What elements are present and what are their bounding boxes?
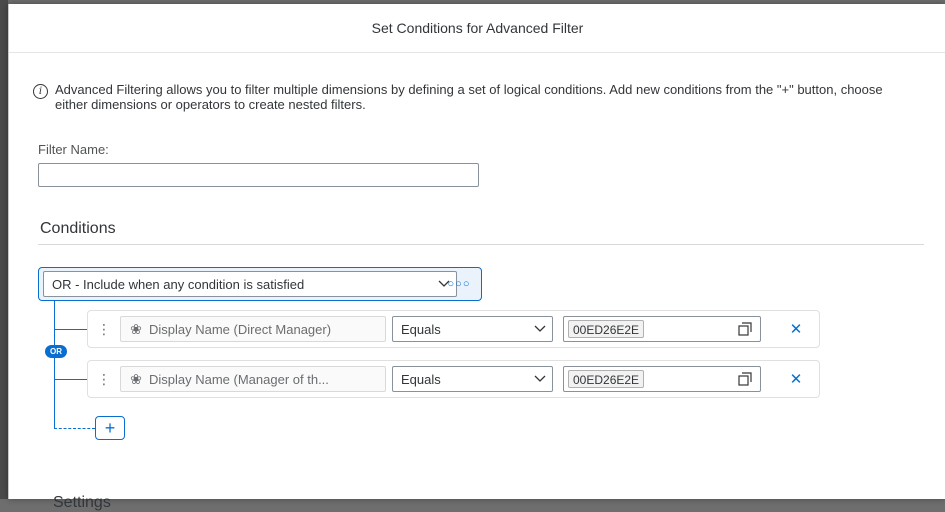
filter-name-input[interactable] (38, 163, 479, 187)
tree-branch (54, 329, 87, 330)
info-message: i Advanced Filtering allows you to filte… (33, 82, 913, 112)
dialog-title: Set Conditions for Advanced Filter (371, 20, 584, 36)
settings-title: Settings (53, 494, 111, 511)
dimension-icon: ❀ (130, 320, 142, 337)
dimension-field[interactable]: ❀ Display Name (Manager of th... (120, 366, 386, 392)
condition-operator-label: Equals (401, 321, 441, 337)
condition-operator-select[interactable]: Equals (392, 366, 553, 392)
add-condition-button[interactable]: + (95, 416, 125, 440)
condition-operator-select[interactable]: Equals (392, 316, 553, 342)
chevron-down-icon[interactable] (528, 325, 552, 333)
drag-handle-icon[interactable]: ⋮ (96, 320, 112, 338)
or-badge: OR (45, 345, 67, 358)
value-input[interactable]: 00ED26E2E (563, 316, 761, 342)
more-options-icon[interactable]: ○○○ (445, 273, 473, 295)
operator-select[interactable]: OR - Include when any condition is satis… (43, 271, 457, 297)
filter-name-label: Filter Name: (38, 142, 109, 157)
value-input[interactable]: 00ED26E2E (563, 366, 761, 392)
tree-line (54, 301, 55, 429)
value-help-icon[interactable] (736, 320, 754, 338)
dimension-field[interactable]: ❀ Display Name (Direct Manager) (120, 316, 386, 342)
chevron-down-icon[interactable] (528, 375, 552, 383)
dimension-label: Display Name (Direct Manager) (149, 321, 332, 337)
dimension-label: Display Name (Manager of th... (149, 371, 329, 387)
value-token[interactable]: 00ED26E2E (568, 320, 645, 338)
dimension-icon: ❀ (130, 370, 142, 387)
conditions-divider (38, 244, 924, 245)
value-help-icon[interactable] (736, 370, 754, 388)
background-overlay (0, 0, 8, 499)
operator-group: OR - Include when any condition is satis… (38, 267, 482, 301)
value-token[interactable]: 00ED26E2E (568, 370, 645, 388)
condition-row: ⋮ ❀ Display Name (Manager of th... Equal… (87, 360, 820, 398)
tree-branch-add (54, 428, 95, 429)
condition-row: ⋮ ❀ Display Name (Direct Manager) Equals… (87, 310, 820, 348)
operator-select-label: OR - Include when any condition is satis… (52, 276, 305, 292)
info-text: Advanced Filtering allows you to filter … (55, 82, 883, 112)
remove-condition-icon[interactable]: ✕ (784, 368, 808, 390)
advanced-filter-dialog: Set Conditions for Advanced Filter i Adv… (8, 4, 945, 511)
drag-handle-icon[interactable]: ⋮ (96, 370, 112, 388)
condition-operator-label: Equals (401, 371, 441, 387)
dialog-header: Set Conditions for Advanced Filter (9, 4, 945, 53)
info-icon: i (33, 84, 48, 99)
remove-condition-icon[interactable]: ✕ (784, 318, 808, 340)
tree-branch (54, 379, 87, 380)
conditions-title: Conditions (40, 220, 116, 237)
